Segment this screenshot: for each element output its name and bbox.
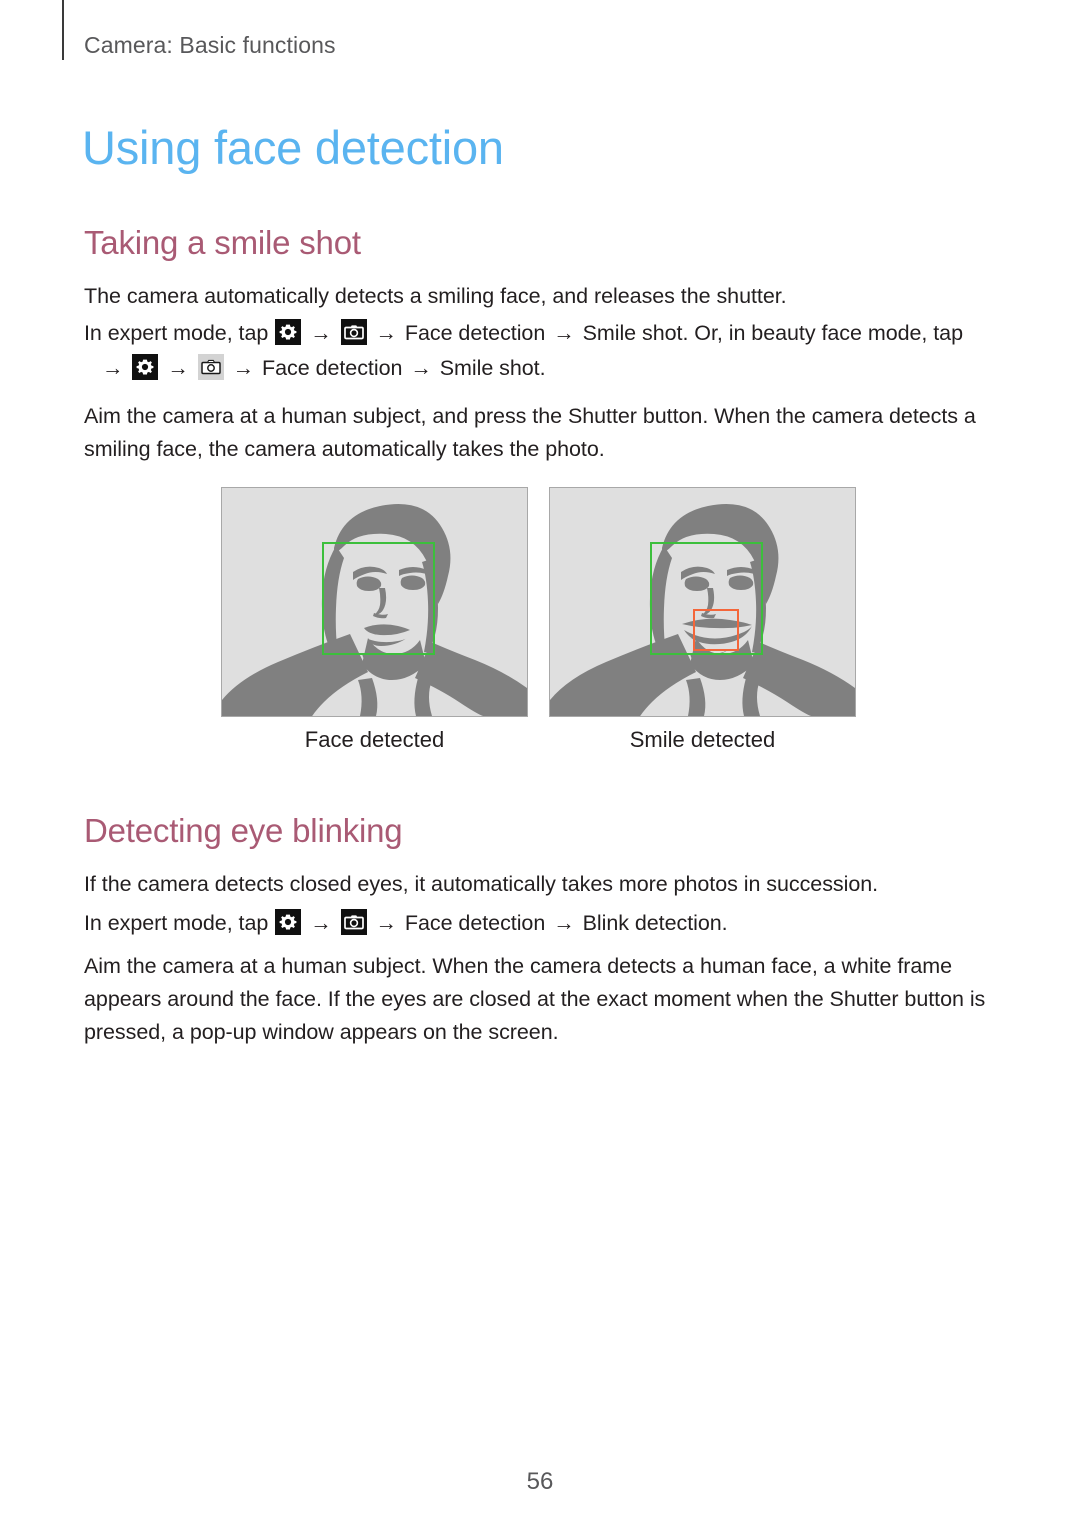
steps-lead-text: In expert mode, tap <box>84 321 269 345</box>
arrow-glyph: → <box>310 321 332 345</box>
running-head-rule <box>62 0 64 60</box>
arrow-glyph: → <box>167 356 189 380</box>
section-heading-smile-shot: Taking a smile shot <box>84 224 361 261</box>
arrow-glyph: → <box>375 321 398 345</box>
figure-row <box>221 487 857 719</box>
arrow-glyph: → <box>553 911 575 935</box>
figure-caption-face-detected: Face detected <box>304 727 445 752</box>
running-head: Camera: Basic functions <box>84 32 336 58</box>
paragraph-smile-steps: In expert mode, tap → → Face detection →… <box>84 317 1014 355</box>
figure-caption-smile-detected: Smile detected <box>629 727 776 752</box>
paragraph-blink-body: Aim the camera at a human subject. When … <box>84 954 986 1044</box>
steps2-tail-text: Smile shot. <box>439 356 546 380</box>
camera-icon <box>340 319 367 355</box>
steps-tail-text: Smile shot. Or, in beauty face mode, tap <box>582 321 964 345</box>
paragraph-smile-intro: The camera automatically detects a smili… <box>84 284 787 308</box>
figure-face-detected <box>221 487 528 717</box>
paragraph-smile-body: Aim the camera at a human subject, and p… <box>84 404 976 461</box>
page-title: Using face detection <box>82 121 504 174</box>
arrow-glyph: → <box>102 356 124 380</box>
arrow-glyph: → <box>375 911 398 935</box>
steps2-mid-text: Face detection <box>262 356 403 380</box>
camera-icon <box>340 909 367 945</box>
gear-icon <box>275 909 302 945</box>
paragraph-blink-steps: In expert mode, tap → → Face detection →… <box>84 907 1014 945</box>
page-number: 56 <box>526 1468 554 1495</box>
arrow-glyph: → <box>232 356 255 380</box>
paragraph-blink-intro: If the camera detects closed eyes, it au… <box>84 872 879 896</box>
arrow-glyph: → <box>553 321 575 345</box>
steps-mid-text: Face detection <box>404 911 546 935</box>
figure-smile-detected <box>549 487 856 717</box>
steps-tail-text: Blink detection. <box>582 911 728 935</box>
gear-icon <box>132 354 159 390</box>
arrow-glyph: → <box>310 911 332 935</box>
gear-icon <box>275 319 302 355</box>
steps-mid-text: Face detection <box>404 321 546 345</box>
steps-lead-text: In expert mode, tap <box>84 911 269 935</box>
camera-icon <box>197 354 224 390</box>
arrow-glyph: → <box>410 356 432 380</box>
section-heading-eye-blinking: Detecting eye blinking <box>84 812 403 849</box>
paragraph-smile-steps-continued: → → → Face detection → Smile shot. <box>100 352 1030 390</box>
